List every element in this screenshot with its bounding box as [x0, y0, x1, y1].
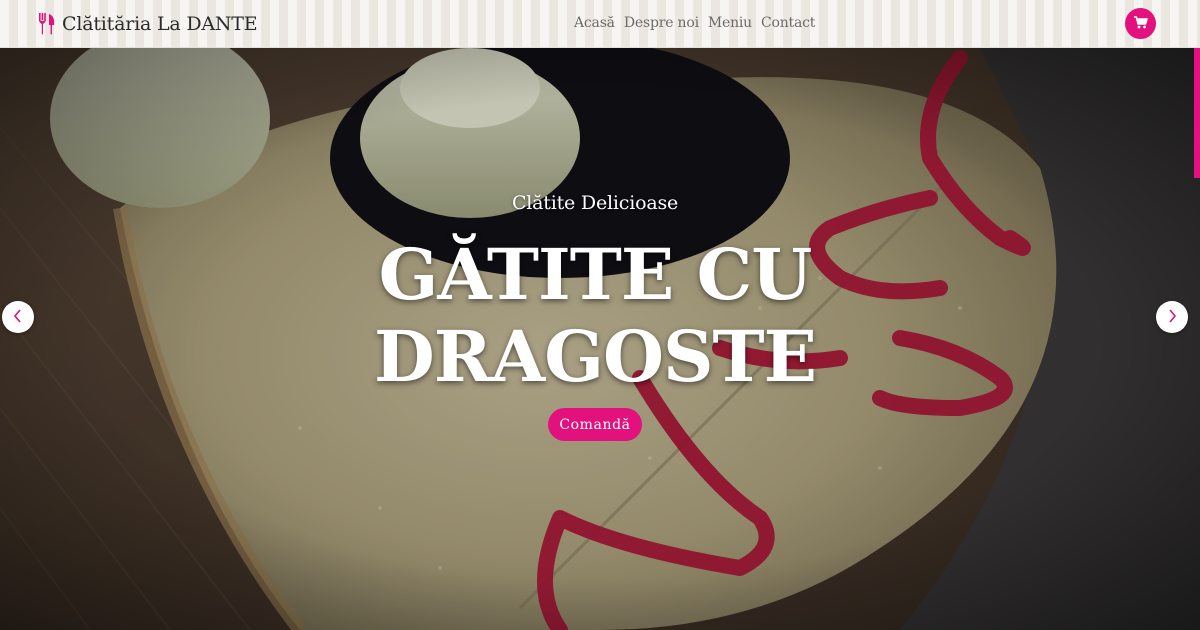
cart-icon: [1133, 14, 1148, 33]
hero-title: GĂTITE CU DRAGOSTE: [374, 233, 817, 398]
hero-slider: Clătite Delicioase GĂTITE CU DRAGOSTE Co…: [0, 48, 1200, 630]
fork-knife-icon: [38, 13, 56, 35]
main-nav: Acasă Despre noi Meniu Contact: [574, 15, 815, 31]
brand-logo[interactable]: Clătităria La DANTE: [38, 12, 258, 36]
nav-item-home[interactable]: Acasă: [574, 15, 615, 31]
nav-item-contact[interactable]: Contact: [761, 15, 815, 31]
slider-next-button[interactable]: [1156, 301, 1188, 333]
hero-caption: Clătite Delicioase GĂTITE CU DRAGOSTE Co…: [0, 48, 1200, 630]
nav-item-about[interactable]: Despre noi: [624, 15, 699, 31]
order-button[interactable]: Comandă: [548, 408, 642, 441]
hero-kicker: Clătite Delicioase: [511, 192, 679, 214]
scrollbar-thumb[interactable]: [1194, 48, 1200, 178]
slider-prev-button[interactable]: [2, 301, 34, 333]
chevron-left-icon: [12, 308, 24, 327]
cart-button[interactable]: [1125, 8, 1156, 39]
brand-name: Clătităria La DANTE: [62, 13, 258, 35]
site-header: Clătităria La DANTE Acasă Despre noi Men…: [0, 0, 1200, 48]
nav-item-menu[interactable]: Meniu: [708, 15, 752, 31]
chevron-right-icon: [1166, 308, 1178, 327]
